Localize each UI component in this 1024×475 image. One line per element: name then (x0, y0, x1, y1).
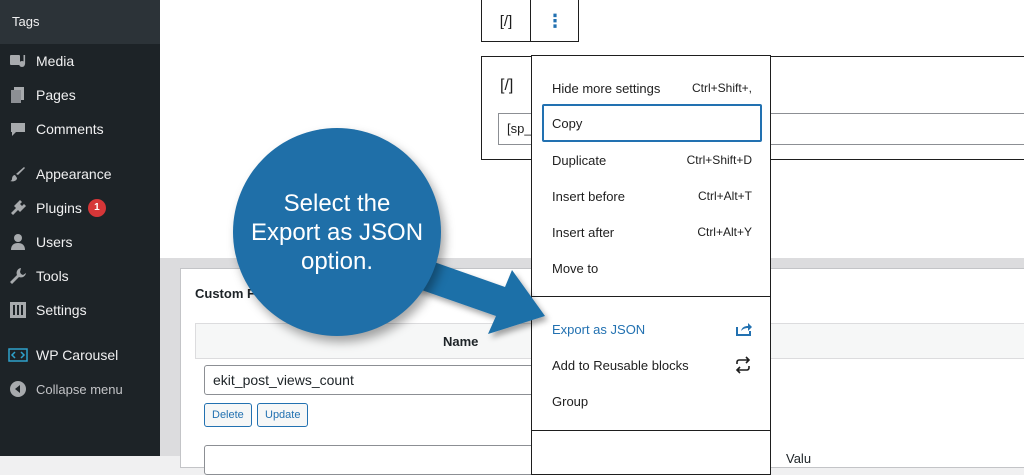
callout-text: Select the Export as JSON option. (250, 189, 424, 275)
callout-bubble: Select the Export as JSON option. (233, 128, 441, 336)
callout-arrow (393, 250, 545, 334)
